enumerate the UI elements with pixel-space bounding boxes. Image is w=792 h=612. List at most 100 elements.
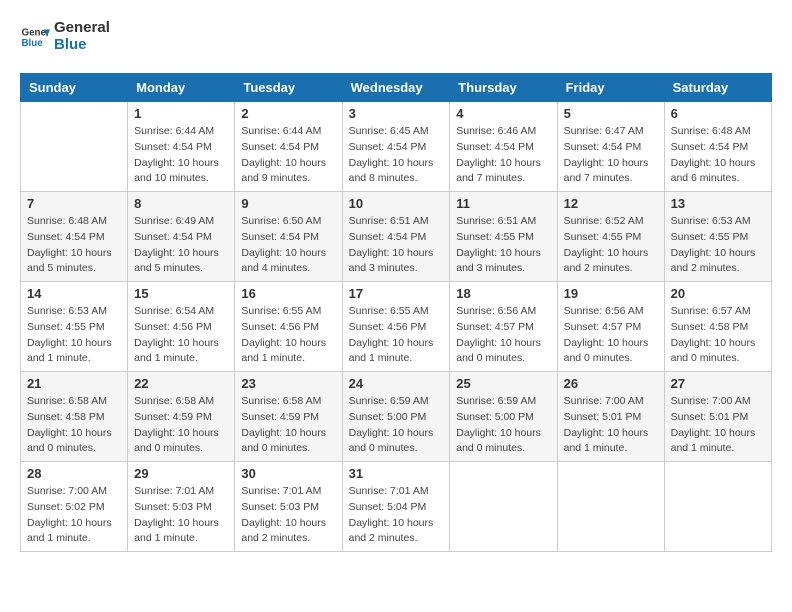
- calendar-cell: [21, 102, 128, 192]
- calendar-cell: 23 Sunrise: 6:58 AM Sunset: 4:59 PM Dayl…: [235, 372, 342, 462]
- weekday-header: Friday: [557, 74, 664, 102]
- day-number: 10: [349, 196, 444, 211]
- calendar-cell: 14 Sunrise: 6:53 AM Sunset: 4:55 PM Dayl…: [21, 282, 128, 372]
- calendar-cell: 18 Sunrise: 6:56 AM Sunset: 4:57 PM Dayl…: [450, 282, 557, 372]
- calendar-cell: 21 Sunrise: 6:58 AM Sunset: 4:58 PM Dayl…: [21, 372, 128, 462]
- calendar-cell: 20 Sunrise: 6:57 AM Sunset: 4:58 PM Dayl…: [664, 282, 771, 372]
- day-info: Sunrise: 6:59 AM Sunset: 5:00 PM Dayligh…: [349, 394, 444, 457]
- weekday-header: Sunday: [21, 74, 128, 102]
- day-info: Sunrise: 6:56 AM Sunset: 4:57 PM Dayligh…: [456, 304, 550, 367]
- day-number: 7: [27, 196, 121, 211]
- calendar-cell: 24 Sunrise: 6:59 AM Sunset: 5:00 PM Dayl…: [342, 372, 450, 462]
- day-number: 5: [564, 106, 658, 121]
- day-info: Sunrise: 6:55 AM Sunset: 4:56 PM Dayligh…: [241, 304, 335, 367]
- day-number: 28: [27, 466, 121, 481]
- day-info: Sunrise: 6:56 AM Sunset: 4:57 PM Dayligh…: [564, 304, 658, 367]
- calendar-cell: 29 Sunrise: 7:01 AM Sunset: 5:03 PM Dayl…: [128, 462, 235, 552]
- calendar-cell: 7 Sunrise: 6:48 AM Sunset: 4:54 PM Dayli…: [21, 192, 128, 282]
- day-info: Sunrise: 6:48 AM Sunset: 4:54 PM Dayligh…: [671, 124, 765, 187]
- calendar-cell: 9 Sunrise: 6:50 AM Sunset: 4:54 PM Dayli…: [235, 192, 342, 282]
- day-info: Sunrise: 6:58 AM Sunset: 4:59 PM Dayligh…: [134, 394, 228, 457]
- day-info: Sunrise: 6:46 AM Sunset: 4:54 PM Dayligh…: [456, 124, 550, 187]
- calendar-cell: 30 Sunrise: 7:01 AM Sunset: 5:03 PM Dayl…: [235, 462, 342, 552]
- calendar-cell: [557, 462, 664, 552]
- day-number: 21: [27, 376, 121, 391]
- day-info: Sunrise: 6:52 AM Sunset: 4:55 PM Dayligh…: [564, 214, 658, 277]
- calendar-cell: 5 Sunrise: 6:47 AM Sunset: 4:54 PM Dayli…: [557, 102, 664, 192]
- day-info: Sunrise: 6:49 AM Sunset: 4:54 PM Dayligh…: [134, 214, 228, 277]
- calendar-cell: 3 Sunrise: 6:45 AM Sunset: 4:54 PM Dayli…: [342, 102, 450, 192]
- day-info: Sunrise: 7:00 AM Sunset: 5:01 PM Dayligh…: [564, 394, 658, 457]
- day-number: 8: [134, 196, 228, 211]
- day-info: Sunrise: 6:59 AM Sunset: 5:00 PM Dayligh…: [456, 394, 550, 457]
- calendar-cell: 12 Sunrise: 6:52 AM Sunset: 4:55 PM Dayl…: [557, 192, 664, 282]
- weekday-header: Saturday: [664, 74, 771, 102]
- day-number: 16: [241, 286, 335, 301]
- calendar-cell: [450, 462, 557, 552]
- day-number: 26: [564, 376, 658, 391]
- day-info: Sunrise: 6:58 AM Sunset: 4:59 PM Dayligh…: [241, 394, 335, 457]
- day-number: 24: [349, 376, 444, 391]
- day-number: 12: [564, 196, 658, 211]
- day-number: 27: [671, 376, 765, 391]
- calendar-cell: 13 Sunrise: 6:53 AM Sunset: 4:55 PM Dayl…: [664, 192, 771, 282]
- day-info: Sunrise: 6:44 AM Sunset: 4:54 PM Dayligh…: [241, 124, 335, 187]
- day-info: Sunrise: 7:01 AM Sunset: 5:03 PM Dayligh…: [134, 484, 228, 547]
- weekday-header: Tuesday: [235, 74, 342, 102]
- day-number: 18: [456, 286, 550, 301]
- day-number: 13: [671, 196, 765, 211]
- day-number: 11: [456, 196, 550, 211]
- day-info: Sunrise: 6:51 AM Sunset: 4:55 PM Dayligh…: [456, 214, 550, 277]
- day-info: Sunrise: 6:55 AM Sunset: 4:56 PM Dayligh…: [349, 304, 444, 367]
- calendar-cell: [664, 462, 771, 552]
- calendar: SundayMondayTuesdayWednesdayThursdayFrid…: [20, 73, 772, 552]
- logo-line2: Blue: [54, 37, 110, 54]
- day-number: 31: [349, 466, 444, 481]
- day-info: Sunrise: 6:58 AM Sunset: 4:58 PM Dayligh…: [27, 394, 121, 457]
- day-number: 14: [27, 286, 121, 301]
- day-info: Sunrise: 6:53 AM Sunset: 4:55 PM Dayligh…: [671, 214, 765, 277]
- day-number: 3: [349, 106, 444, 121]
- day-number: 20: [671, 286, 765, 301]
- calendar-cell: 4 Sunrise: 6:46 AM Sunset: 4:54 PM Dayli…: [450, 102, 557, 192]
- day-info: Sunrise: 6:57 AM Sunset: 4:58 PM Dayligh…: [671, 304, 765, 367]
- day-info: Sunrise: 6:47 AM Sunset: 4:54 PM Dayligh…: [564, 124, 658, 187]
- day-info: Sunrise: 7:01 AM Sunset: 5:04 PM Dayligh…: [349, 484, 444, 547]
- weekday-header: Wednesday: [342, 74, 450, 102]
- calendar-cell: 6 Sunrise: 6:48 AM Sunset: 4:54 PM Dayli…: [664, 102, 771, 192]
- day-number: 9: [241, 196, 335, 211]
- day-info: Sunrise: 6:45 AM Sunset: 4:54 PM Dayligh…: [349, 124, 444, 187]
- calendar-cell: 25 Sunrise: 6:59 AM Sunset: 5:00 PM Dayl…: [450, 372, 557, 462]
- logo-line1: General: [54, 20, 110, 37]
- calendar-cell: 17 Sunrise: 6:55 AM Sunset: 4:56 PM Dayl…: [342, 282, 450, 372]
- day-info: Sunrise: 7:00 AM Sunset: 5:01 PM Dayligh…: [671, 394, 765, 457]
- calendar-cell: 2 Sunrise: 6:44 AM Sunset: 4:54 PM Dayli…: [235, 102, 342, 192]
- calendar-cell: 19 Sunrise: 6:56 AM Sunset: 4:57 PM Dayl…: [557, 282, 664, 372]
- day-number: 30: [241, 466, 335, 481]
- calendar-cell: 8 Sunrise: 6:49 AM Sunset: 4:54 PM Dayli…: [128, 192, 235, 282]
- weekday-header: Monday: [128, 74, 235, 102]
- day-info: Sunrise: 6:54 AM Sunset: 4:56 PM Dayligh…: [134, 304, 228, 367]
- day-number: 17: [349, 286, 444, 301]
- calendar-cell: 27 Sunrise: 7:00 AM Sunset: 5:01 PM Dayl…: [664, 372, 771, 462]
- day-number: 22: [134, 376, 228, 391]
- calendar-cell: 1 Sunrise: 6:44 AM Sunset: 4:54 PM Dayli…: [128, 102, 235, 192]
- calendar-cell: 16 Sunrise: 6:55 AM Sunset: 4:56 PM Dayl…: [235, 282, 342, 372]
- day-number: 4: [456, 106, 550, 121]
- day-number: 2: [241, 106, 335, 121]
- weekday-header: Thursday: [450, 74, 557, 102]
- day-number: 15: [134, 286, 228, 301]
- logo: General Blue General Blue: [20, 20, 110, 53]
- day-info: Sunrise: 6:51 AM Sunset: 4:54 PM Dayligh…: [349, 214, 444, 277]
- calendar-cell: 11 Sunrise: 6:51 AM Sunset: 4:55 PM Dayl…: [450, 192, 557, 282]
- day-number: 25: [456, 376, 550, 391]
- calendar-cell: 28 Sunrise: 7:00 AM Sunset: 5:02 PM Dayl…: [21, 462, 128, 552]
- day-number: 19: [564, 286, 658, 301]
- day-info: Sunrise: 6:48 AM Sunset: 4:54 PM Dayligh…: [27, 214, 121, 277]
- svg-text:Blue: Blue: [22, 38, 44, 49]
- day-number: 29: [134, 466, 228, 481]
- day-info: Sunrise: 7:00 AM Sunset: 5:02 PM Dayligh…: [27, 484, 121, 547]
- calendar-cell: 22 Sunrise: 6:58 AM Sunset: 4:59 PM Dayl…: [128, 372, 235, 462]
- calendar-cell: 26 Sunrise: 7:00 AM Sunset: 5:01 PM Dayl…: [557, 372, 664, 462]
- calendar-cell: 10 Sunrise: 6:51 AM Sunset: 4:54 PM Dayl…: [342, 192, 450, 282]
